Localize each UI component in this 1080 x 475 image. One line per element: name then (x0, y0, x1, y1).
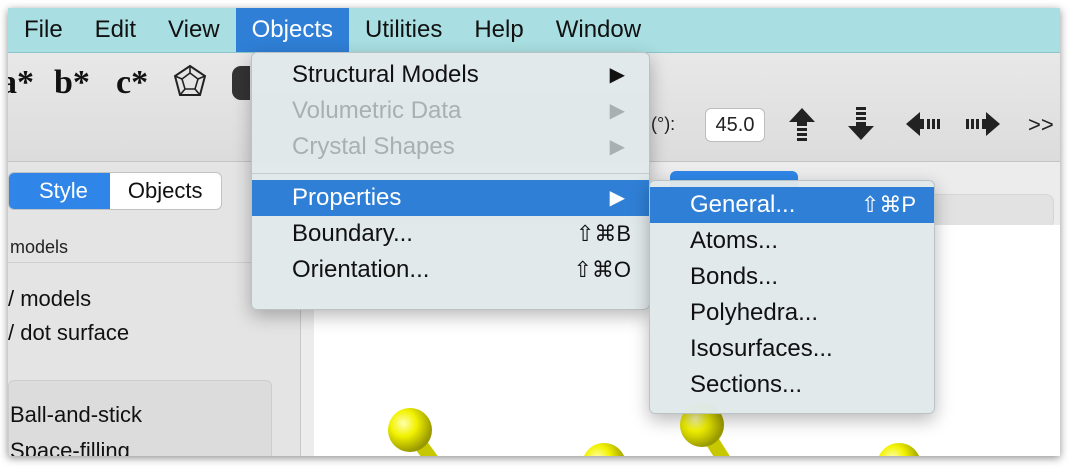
menu-edit[interactable]: Edit (79, 8, 152, 52)
divider (8, 262, 288, 263)
menu-item-atoms[interactable]: Atoms... (650, 223, 934, 259)
view-b-star-button[interactable]: b* (54, 64, 90, 102)
menu-item-properties[interactable]: Properties ▶ (252, 180, 649, 216)
objects-menu: Structural Models ▶ Volumetric Data ▶ Cr… (251, 52, 650, 310)
submenu-arrow-icon: ▶ (609, 64, 625, 86)
atom (583, 443, 625, 456)
style-space-filling[interactable]: Space-filling (10, 438, 130, 456)
toolbar-overflow-button[interactable]: >> (1028, 112, 1054, 138)
menu-window[interactable]: Window (540, 8, 657, 52)
atom (388, 408, 432, 452)
shortcut-general: ⇧⌘P (860, 192, 916, 217)
submenu-arrow-icon: ▶ (609, 136, 625, 158)
menu-item-structural-models[interactable]: Structural Models ▶ (252, 57, 649, 93)
shortcut-boundary: ⇧⌘B (575, 221, 631, 246)
menu-item-boundary[interactable]: Boundary... ⇧⌘B (252, 216, 649, 252)
menu-view[interactable]: View (152, 8, 236, 52)
polyhedron-icon[interactable] (172, 64, 208, 100)
menu-item-polyhedra[interactable]: Polyhedra... (650, 295, 934, 331)
submenu-arrow-icon: ▶ (609, 100, 625, 122)
menu-file[interactable]: File (8, 8, 79, 52)
view-c-star-button[interactable]: c* (116, 64, 148, 102)
menu-item-orientation[interactable]: Orientation... ⇧⌘O (252, 252, 649, 288)
menu-separator (252, 173, 649, 174)
atom (878, 443, 920, 456)
properties-submenu: General... ⇧⌘P Atoms... Bonds... Polyhed… (649, 180, 935, 414)
menu-bar: File Edit View Objects Utilities Help Wi… (8, 8, 1060, 53)
tab-objects[interactable]: Objects (110, 173, 221, 209)
menu-item-isosurfaces[interactable]: Isosurfaces... (650, 331, 934, 367)
show-dot-surface-option[interactable]: / dot surface (8, 320, 129, 346)
rotate-right-icon[interactable] (962, 106, 1002, 142)
rotate-back-icon[interactable] (232, 66, 250, 100)
shortcut-orientation: ⇧⌘O (573, 257, 631, 282)
menu-utilities[interactable]: Utilities (349, 8, 458, 52)
rotate-left-icon[interactable] (904, 106, 944, 142)
menu-item-bonds[interactable]: Bonds... (650, 259, 934, 295)
menu-item-volumetric-data: Volumetric Data ▶ (252, 93, 649, 129)
view-a-star-button[interactable]: a* (8, 64, 34, 102)
rotate-down-icon[interactable] (844, 106, 878, 142)
step-angle-input[interactable]: 45.0 (705, 108, 765, 142)
menu-item-crystal-shapes: Crystal Shapes ▶ (252, 129, 649, 165)
panel-heading: models (10, 237, 69, 257)
rotate-up-icon[interactable] (785, 106, 819, 142)
step-angle-label: (°): (651, 114, 676, 134)
panel-tabs: Style Objects (8, 172, 222, 210)
submenu-arrow-icon: ▶ (609, 187, 625, 209)
show-models-option[interactable]: / models (8, 286, 91, 312)
tab-style[interactable]: Style (9, 173, 110, 209)
menu-item-sections[interactable]: Sections... (650, 367, 934, 403)
menu-objects[interactable]: Objects (235, 8, 349, 52)
menu-help[interactable]: Help (458, 8, 539, 52)
menu-item-general[interactable]: General... ⇧⌘P (650, 187, 934, 223)
style-ball-and-stick[interactable]: Ball-and-stick (10, 402, 142, 428)
app-window: File Edit View Objects Utilities Help Wi… (8, 8, 1060, 456)
